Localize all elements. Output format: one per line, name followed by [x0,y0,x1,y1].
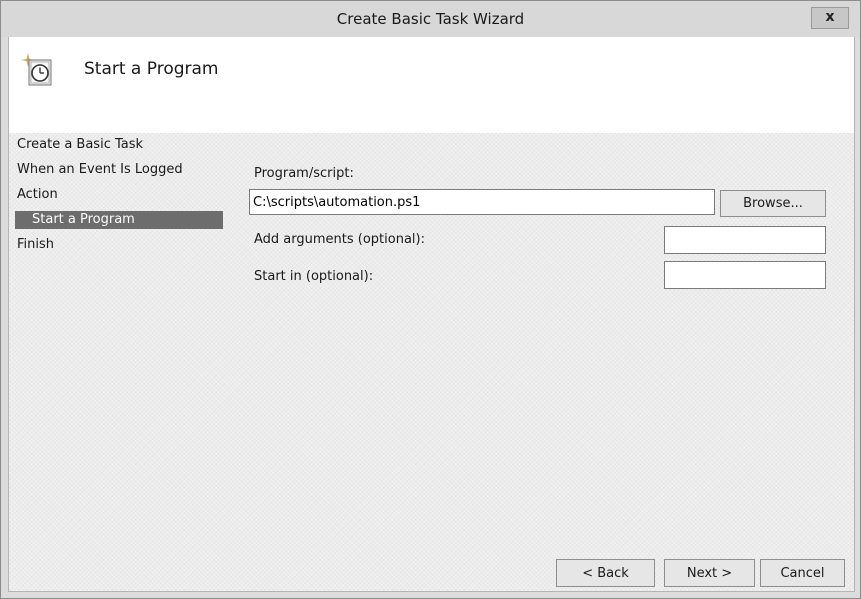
next-button[interactable]: Next > [664,559,755,587]
close-button[interactable]: x [811,7,849,29]
wizard-header: Start a Program [9,37,854,133]
step-start-a-program: Start a Program [15,211,223,229]
page-title: Start a Program [84,59,219,79]
window-title: Create Basic Task Wizard [336,10,525,28]
step-action: Action [17,187,58,202]
step-when-event-logged: When an Event Is Logged [17,162,183,177]
step-finish: Finish [17,237,55,252]
step-create-basic-task: Create a Basic Task [17,137,144,152]
wizard-window: Create Basic Task Wizard x Start a Progr… [0,0,861,599]
cancel-button[interactable]: Cancel [760,559,845,587]
add-arguments-input[interactable] [664,226,826,254]
wizard-body: Start a Program Create a Basic Task When… [8,37,855,592]
program-script-label: Program/script: [254,166,354,181]
title-bar[interactable]: Create Basic Task Wizard x [1,1,860,37]
start-in-label: Start in (optional): [254,269,374,284]
task-scheduler-clock-icon [21,53,52,86]
add-arguments-label: Add arguments (optional): [254,232,425,247]
start-in-input[interactable] [664,261,826,289]
program-script-input[interactable] [249,189,715,215]
browse-button[interactable]: Browse... [720,190,826,217]
back-button[interactable]: < Back [556,559,655,587]
